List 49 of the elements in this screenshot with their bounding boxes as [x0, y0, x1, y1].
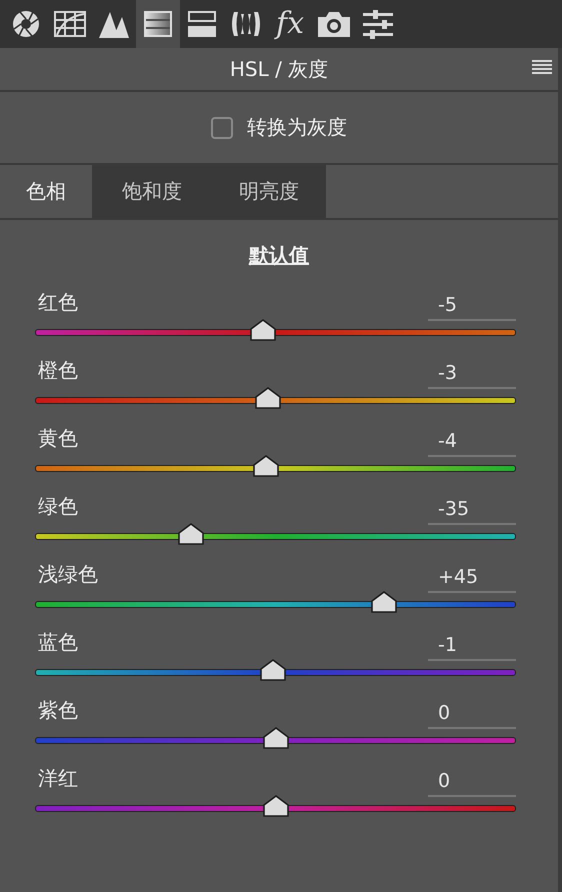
value-field[interactable]: -5	[428, 292, 516, 320]
slider-track[interactable]	[35, 533, 516, 540]
slider-label: 橙色	[38, 356, 78, 384]
slider-track[interactable]	[35, 465, 516, 472]
slider-label: 紫色	[38, 696, 78, 724]
tab[interactable]: 饱和度	[92, 165, 209, 218]
value-field[interactable]: -3	[428, 360, 516, 388]
slider-label: 洋红	[38, 764, 78, 792]
slider-track[interactable]	[35, 805, 516, 812]
slider-track[interactable]	[35, 669, 516, 676]
aperture-icon	[11, 9, 41, 39]
slider-label: 红色	[38, 288, 78, 316]
slider-thumb[interactable]	[178, 523, 204, 545]
curve-grid-icon	[54, 11, 86, 37]
checkbox-label: 转换为灰度	[247, 114, 347, 141]
slider-thumb[interactable]	[370, 591, 397, 613]
value-field[interactable]: -1	[428, 632, 516, 660]
lens-icon	[232, 10, 260, 38]
slider-track[interactable]	[35, 737, 516, 744]
panel-title: HSL / 灰度	[230, 56, 328, 82]
value-field[interactable]: +45	[428, 564, 516, 592]
gradient-bars-icon	[144, 11, 172, 37]
toolbar-button[interactable]	[136, 0, 180, 48]
menu-icon[interactable]	[532, 60, 552, 74]
slider-thumb[interactable]	[250, 319, 276, 341]
slider-track[interactable]	[35, 329, 516, 336]
value-field[interactable]: 0	[428, 700, 516, 728]
slider-thumb[interactable]	[262, 727, 288, 749]
slider-thumb[interactable]	[255, 387, 282, 409]
mountains-icon	[99, 10, 129, 38]
tab[interactable]: 明亮度	[209, 165, 326, 218]
fx-button[interactable]: fx	[268, 0, 312, 48]
value-field[interactable]: 0	[428, 768, 516, 796]
slider-track[interactable]	[35, 397, 516, 404]
slider-label: 绿色	[38, 492, 78, 520]
default-link[interactable]: 默认值	[249, 242, 309, 269]
camera-icon	[318, 11, 350, 37]
value-field[interactable]: -35	[428, 496, 516, 524]
slider-label: 蓝色	[38, 628, 78, 656]
slider-track[interactable]	[35, 601, 516, 608]
slider-thumb[interactable]	[252, 455, 279, 477]
slider-thumb[interactable]	[260, 659, 286, 681]
slider-label: 黄色	[38, 424, 78, 452]
slider-thumb[interactable]	[262, 795, 288, 817]
sliders-icon	[363, 9, 393, 39]
split-panel-icon	[188, 11, 216, 37]
value-field[interactable]: -4	[428, 428, 516, 456]
checkbox[interactable]	[211, 116, 233, 138]
slider-label: 浅绿色	[38, 560, 98, 588]
